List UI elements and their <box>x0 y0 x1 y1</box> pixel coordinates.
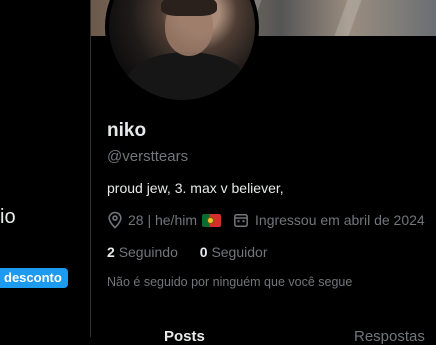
column-divider <box>90 0 91 337</box>
following-link[interactable]: 2 Seguindo <box>107 244 182 260</box>
discount-badge[interactable]: desconto <box>0 268 68 288</box>
sidebar-fragment-text: io <box>0 206 16 228</box>
following-label: Seguindo <box>118 244 178 260</box>
profile-display-name: niko <box>107 120 147 141</box>
followers-count: 0 <box>199 244 208 260</box>
followers-link[interactable]: 0 Seguidor <box>200 244 268 260</box>
profile-bio: proud jew, 3. max v believer, <box>107 180 284 196</box>
location-pin-icon <box>107 211 123 229</box>
profile-location: 28 | he/him <box>128 212 198 228</box>
followers-label: Seguidor <box>211 244 268 260</box>
banner-stripe <box>334 0 362 36</box>
profile-handle: @versttears <box>107 148 189 165</box>
profile-meta-row: 28 | he/him Ingressou em abril de 2024 <box>107 210 425 230</box>
follow-stats: 2 Seguindo 0 Seguidor <box>107 244 285 260</box>
flag-emblem <box>207 216 215 224</box>
left-sidebar: io desconto <box>0 0 90 337</box>
avatar-shoulder <box>127 52 247 100</box>
calendar-icon <box>233 212 249 228</box>
avatar-hair <box>161 0 217 16</box>
profile-joined-date: Ingressou em abril de 2024 <box>255 212 425 228</box>
portugal-flag-icon <box>202 213 222 227</box>
following-count: 2 <box>107 244 115 260</box>
not-followed-notice: Não é seguido por ninguém que você segue <box>107 275 353 289</box>
profile-avatar[interactable] <box>105 0 259 104</box>
